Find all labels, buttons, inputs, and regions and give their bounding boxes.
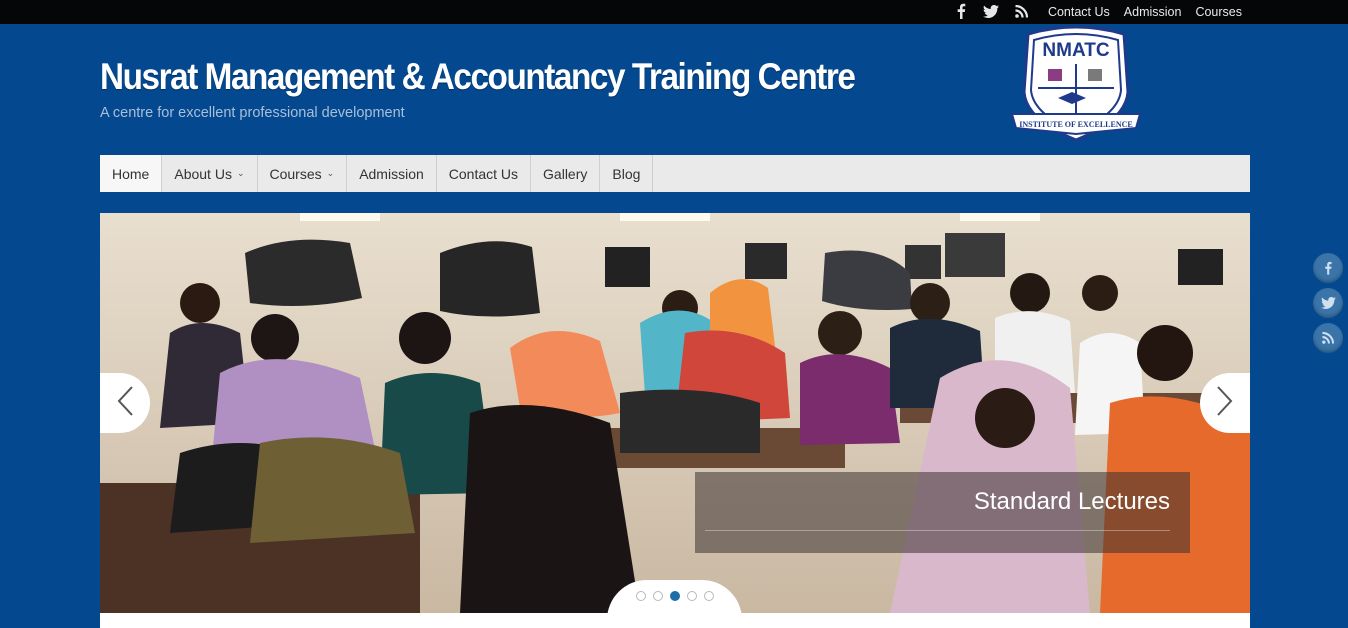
facebook-icon[interactable] xyxy=(952,2,970,20)
rss-icon[interactable] xyxy=(1012,2,1030,20)
svg-text:NMATC: NMATC xyxy=(1042,40,1109,61)
nav-item-contact-us[interactable]: Contact Us xyxy=(437,155,532,192)
nav-item-label: Gallery xyxy=(543,165,588,182)
svg-text:INSTITUTE OF EXCELLENCE: INSTITUTE OF EXCELLENCE xyxy=(1019,120,1133,129)
slider-dot-2[interactable] xyxy=(652,591,663,601)
site-tagline: A centre for excellent professional deve… xyxy=(100,105,405,121)
nav-item-label: Courses xyxy=(269,165,322,182)
nav-item-label: Admission xyxy=(359,165,424,182)
nav-item-label: Blog xyxy=(612,165,641,182)
floating-social-bar xyxy=(1313,253,1343,353)
top-links: Contact Us Admission Courses xyxy=(1048,0,1242,24)
site-title[interactable]: Nusrat Management & Accountancy Training… xyxy=(100,56,856,98)
image-slider[interactable]: Standard Lectures xyxy=(100,213,1250,613)
top-link-courses[interactable]: Courses xyxy=(1195,5,1242,19)
caption-divider xyxy=(705,530,1170,531)
slider-dot-3[interactable] xyxy=(669,591,680,601)
slider-pager xyxy=(607,580,742,613)
chevron-left-icon xyxy=(116,385,134,422)
slide-caption: Standard Lectures xyxy=(695,472,1190,553)
top-link-contact-us[interactable]: Contact Us xyxy=(1048,5,1110,19)
nav-item-gallery[interactable]: Gallery xyxy=(531,155,601,192)
nav-item-label: Contact Us xyxy=(448,165,519,182)
slide-caption-text: Standard Lectures xyxy=(973,488,1170,515)
rss-icon[interactable] xyxy=(1313,323,1343,353)
top-link-admission[interactable]: Admission xyxy=(1124,5,1182,19)
facebook-icon[interactable] xyxy=(1313,253,1343,283)
slider-dot-1[interactable] xyxy=(635,591,646,601)
nav-item-blog[interactable]: Blog xyxy=(600,155,654,192)
nav-item-label: About Us xyxy=(174,165,232,182)
chevron-down-icon: ⌄ xyxy=(326,168,335,178)
nav-item-label: Home xyxy=(112,165,150,182)
twitter-icon[interactable] xyxy=(1313,288,1343,318)
nav-item-admission[interactable]: Admission xyxy=(347,155,437,192)
nav-item-about-us[interactable]: About Us ⌄ xyxy=(162,155,258,192)
nav-item-home[interactable]: Home xyxy=(100,155,163,192)
slide-image xyxy=(100,213,1250,613)
top-bar: Contact Us Admission Courses xyxy=(0,0,1348,24)
main-nav: Home About Us ⌄ Courses ⌄ Admission Cont… xyxy=(100,155,1250,192)
chevron-right-icon xyxy=(1216,385,1234,422)
slider-dot-5[interactable] xyxy=(703,591,714,601)
twitter-icon[interactable] xyxy=(982,2,1000,20)
site-logo[interactable]: NMATC INSTITUTE OF EXCELLENCE xyxy=(1008,22,1144,144)
slider-dot-4[interactable] xyxy=(686,591,697,601)
nav-item-courses[interactable]: Courses ⌄ xyxy=(258,155,348,192)
top-social-links xyxy=(952,2,1030,20)
chevron-down-icon: ⌄ xyxy=(236,168,245,178)
content-area xyxy=(100,613,1250,628)
